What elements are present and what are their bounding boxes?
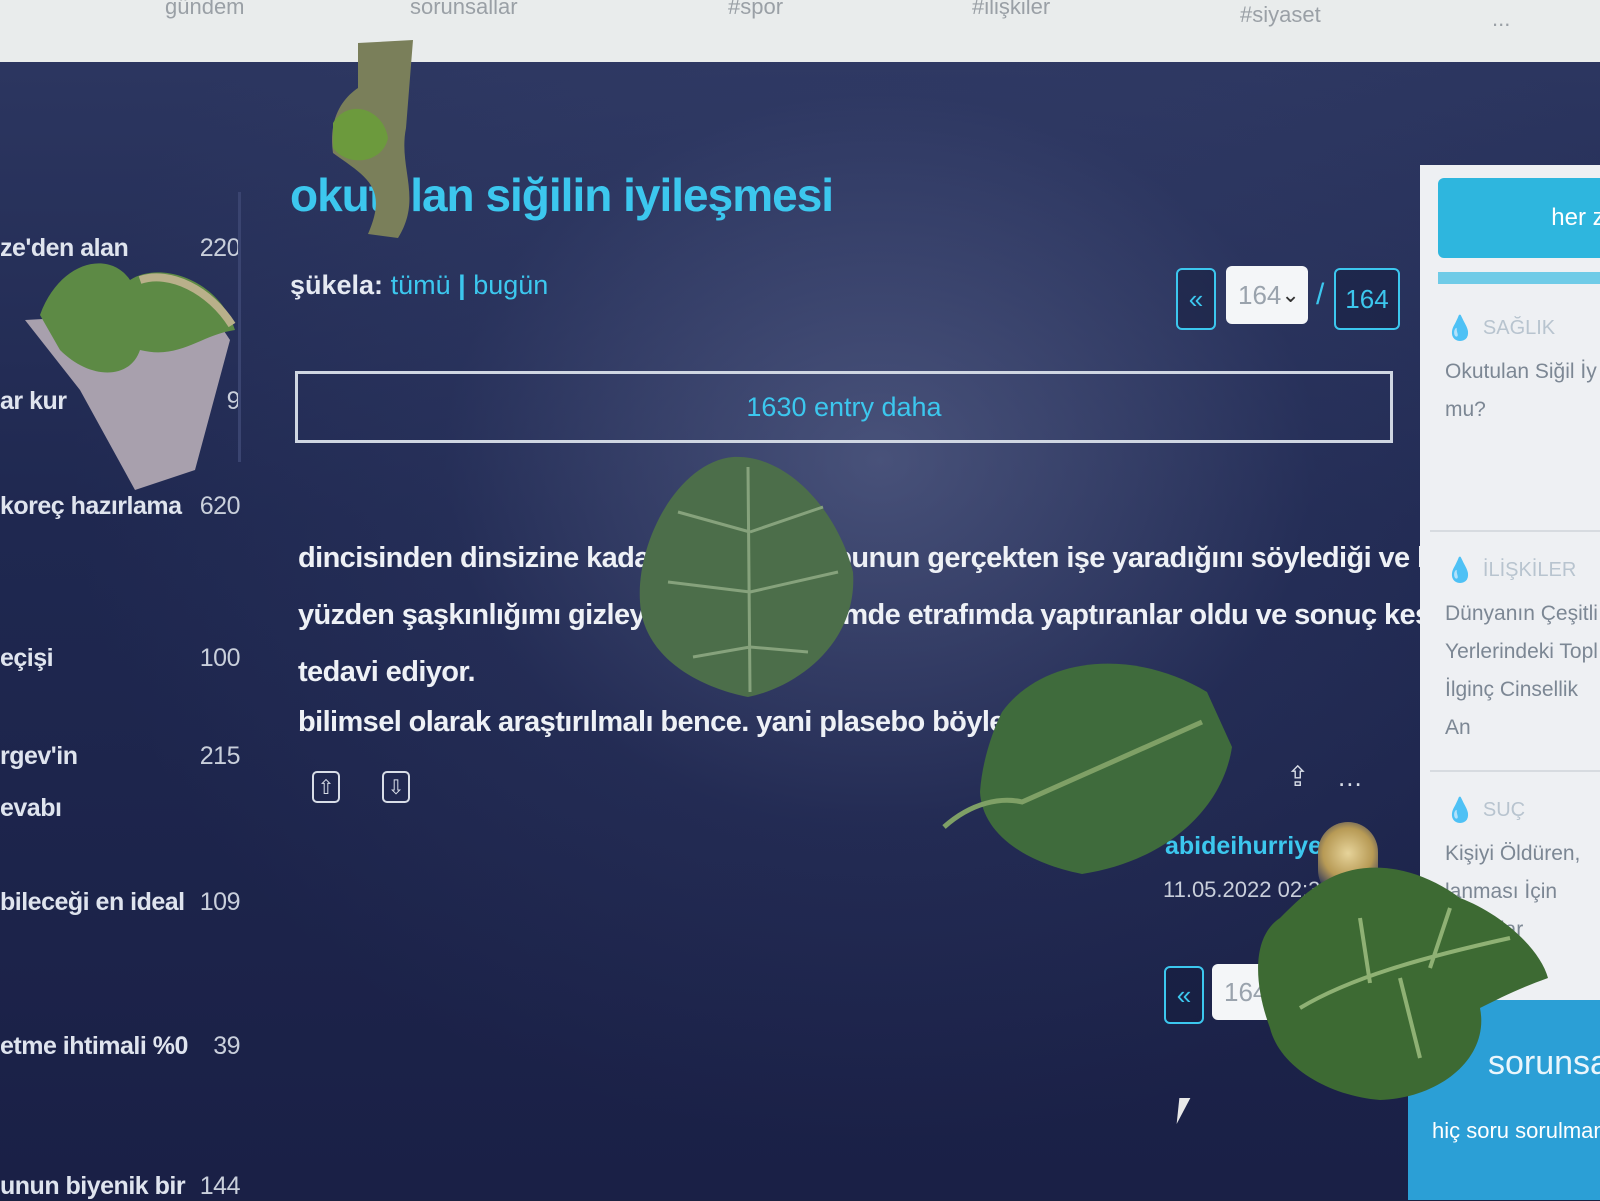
chevron-double-left-icon: « (1188, 283, 1204, 314)
sidebar-item-label: etme ihtimali %0 (0, 1032, 188, 1060)
nav-item-iliskiler[interactable]: #ilişkiler (972, 0, 1050, 20)
more-entries-button[interactable]: 1630 entry daha (295, 371, 1393, 443)
pager-page-select[interactable]: 164 ⌄ (1226, 266, 1308, 324)
sidebar-item-label: bileceği en ideal (0, 888, 185, 916)
right-card-category: 💧 SUÇ (1445, 796, 1600, 825)
sidebar-item[interactable]: etme ihtimali %0 39 (0, 1032, 240, 1061)
leaf-icon (332, 40, 413, 238)
pager-total: 164 (1345, 283, 1389, 314)
arrow-down-icon: ⇩ (387, 776, 405, 799)
right-bottom-subtitle[interactable]: hiç soru sorulmamı (1432, 1118, 1600, 1144)
sidebar-item-continued[interactable]: evabı (0, 794, 240, 823)
right-card-category: 💧 SAĞLIK (1445, 314, 1600, 343)
nav-item-siyaset[interactable]: #siyaset (1240, 2, 1321, 28)
drop-icon: 💧 (1445, 797, 1475, 824)
right-card-category-label: SAĞLIK (1482, 317, 1556, 339)
drop-icon: 💧 (1445, 315, 1475, 342)
arrow-up-icon: ⇧ (317, 776, 335, 799)
sidebar-item[interactable]: unun biyenik bir 144 (0, 1172, 241, 1201)
sukela-separator: | (458, 270, 466, 300)
pager-current: 164 (1238, 279, 1282, 310)
divider (1430, 530, 1600, 532)
sidebar-item-label: koreç hazırlama (0, 492, 182, 520)
more-options-icon[interactable]: ... (1338, 762, 1363, 793)
sidebar-item-label: evabı (0, 794, 62, 822)
right-card-category-label: İLİŞKİLER (1482, 559, 1577, 581)
pager-prev-button[interactable]: « (1176, 268, 1216, 330)
leaf-icon (942, 663, 1232, 874)
sidebar-item-count: 109 (199, 888, 241, 916)
sidebar-item-label: rgev'in (0, 742, 78, 770)
right-card-title: Dünyanın Çeşitli Yerlerindeki Topl İlgin… (1445, 602, 1598, 739)
sidebar-item[interactable]: rgev'in 215 (0, 742, 241, 771)
right-card[interactable]: 💧 İLİŞKİLER Dünyanın Çeşitli Yerlerindek… (1445, 556, 1600, 747)
right-card[interactable]: 💧 SAĞLIK Okutulan Siğil İy mu? (1445, 314, 1600, 429)
right-card-category-label: SUÇ (1482, 799, 1526, 821)
nav-item-spor[interactable]: #spor (728, 0, 783, 20)
nav-more-icon[interactable]: ... (1492, 6, 1510, 32)
sidebar-item[interactable]: eçişi 100 (0, 644, 241, 673)
sidebar-item-count: 215 (199, 742, 241, 770)
sidebar-item-count: 100 (199, 644, 241, 672)
sidebar-item[interactable]: koreç hazırlama 620 (0, 492, 241, 521)
sidebar-item-count: 144 (199, 1172, 241, 1200)
downvote-button[interactable]: ⇩ (382, 771, 410, 803)
right-card-category: 💧 İLİŞKİLER (1445, 556, 1600, 585)
upvote-button[interactable]: ⇧ (312, 771, 340, 803)
bottom-pager-prev-button[interactable]: « (1164, 966, 1204, 1024)
sukela-today-link[interactable]: bugün (473, 270, 548, 300)
share-icon[interactable]: ⇪ (1286, 760, 1309, 793)
leaf-icon (639, 456, 854, 697)
leaf-icon (1258, 867, 1548, 1100)
drop-icon: 💧 (1445, 557, 1475, 584)
sukela-filter: şükela: tümü | bugün (290, 270, 548, 301)
more-entries-label: 1630 entry daha (746, 391, 942, 422)
chevron-double-left-icon: « (1176, 979, 1192, 1010)
nav-item-gundem[interactable]: gündem (165, 0, 245, 20)
sukela-label: şükela: (290, 270, 384, 300)
sidebar-item-count: 620 (199, 492, 241, 520)
right-tab-underline (1438, 272, 1600, 284)
sidebar-item-label: eçişi (0, 644, 54, 672)
leaf-icon (25, 263, 236, 490)
sidebar-item-label: unun biyenik bir (0, 1172, 186, 1200)
top-navigation: gündem sorunsallar #spor #ilişkiler #siy… (0, 0, 1600, 64)
nav-item-sorunsallar[interactable]: sorunsallar (410, 0, 518, 20)
right-card-title: Okutulan Siğil İy mu? (1445, 360, 1597, 421)
left-sidebar: ze'den alan 220 ar kur 9 koreç hazırlama… (0, 62, 250, 1200)
pager-last-button[interactable]: 164 (1334, 268, 1400, 330)
right-tab-label: her za (1551, 204, 1600, 231)
pager-slash: / (1316, 278, 1325, 311)
sidebar-item-count: 39 (213, 1032, 240, 1060)
sukela-all-link[interactable]: tümü (391, 270, 451, 300)
divider (1430, 770, 1600, 772)
right-tab-button[interactable]: her za (1438, 178, 1600, 258)
chevron-down-icon: ⌄ (1281, 282, 1300, 307)
sidebar-item[interactable]: bileceği en ideal 109 (0, 888, 241, 917)
